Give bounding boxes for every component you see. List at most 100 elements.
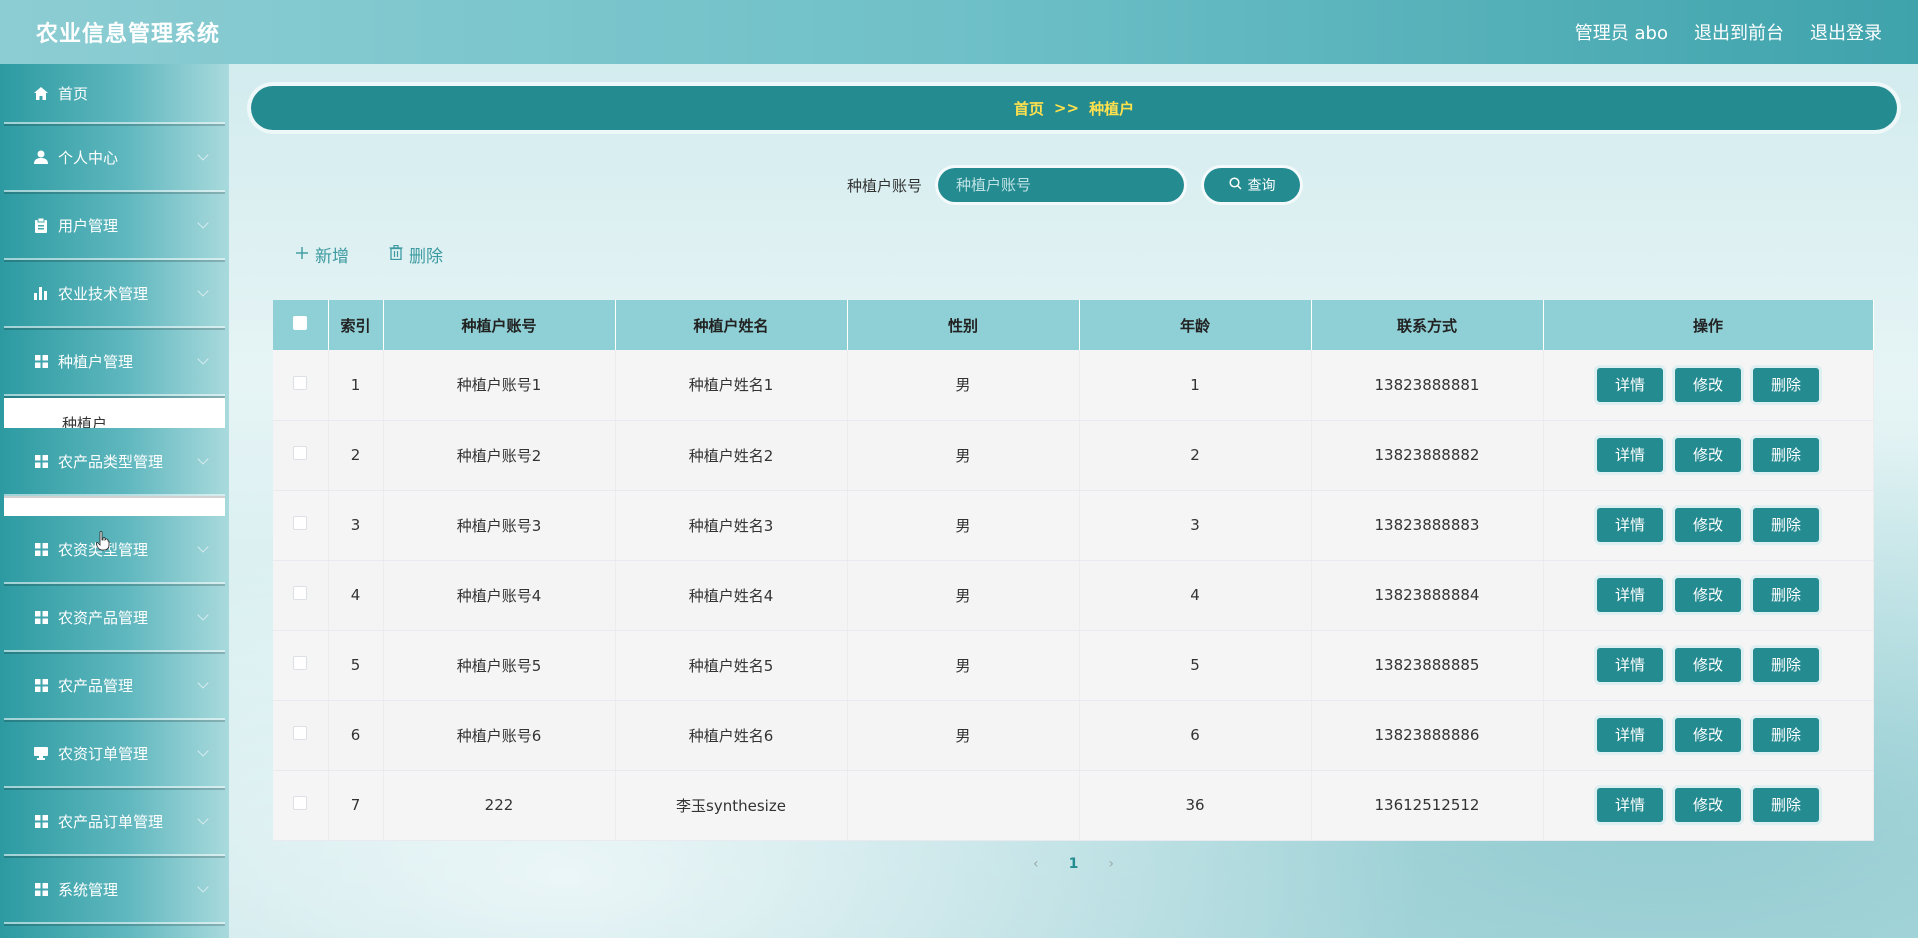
delete-button[interactable]: 删除: [1753, 367, 1819, 402]
chevron-down-icon: [197, 285, 209, 297]
cell-index: 2: [328, 420, 384, 491]
prev-page-button[interactable]: ‹: [1033, 856, 1039, 872]
sidebar-item-agri-tech[interactable]: 农业技术管理: [4, 260, 225, 328]
select-all-cell[interactable]: [273, 300, 329, 350]
row-select-cell[interactable]: [273, 490, 329, 561]
delete-button[interactable]: 删除: [1753, 788, 1819, 822]
sidebar-item-home[interactable]: 首页: [4, 64, 225, 124]
sidebar-item-personal-center[interactable]: 个人中心: [4, 124, 225, 192]
row-select-cell[interactable]: [273, 560, 329, 631]
cell-operations: 详情 修改 删除: [1543, 350, 1874, 421]
cell-index: 5: [328, 630, 384, 701]
cell-operations: 详情 修改 删除: [1543, 770, 1874, 841]
sidebar-item-supply-type[interactable]: 农资类型管理: [4, 516, 225, 584]
edit-button[interactable]: 修改: [1675, 648, 1741, 682]
table-row: 4 种植户账号4 种植户姓名4 男 4 13823888884 详情 修改 删除: [273, 560, 1874, 631]
delete-button[interactable]: 删除: [1753, 438, 1819, 472]
sidebar-item-supply-product[interactable]: 农资产品管理: [4, 584, 225, 652]
row-checkbox[interactable]: [293, 656, 308, 670]
edit-button[interactable]: 修改: [1675, 367, 1741, 402]
batch-delete-label: 删除: [409, 247, 443, 267]
cell-age: 4: [1079, 560, 1312, 631]
edit-button[interactable]: 修改: [1675, 788, 1741, 822]
logout-link[interactable]: 退出登录: [1810, 19, 1882, 45]
sidebar-item-label: 用户管理: [58, 216, 119, 235]
cell-index: 7: [328, 770, 384, 841]
edit-button[interactable]: 修改: [1675, 578, 1741, 612]
trash-icon: [389, 244, 403, 265]
row-checkbox[interactable]: [293, 796, 308, 810]
cell-age: 1: [1079, 350, 1312, 421]
monitor-icon: [32, 745, 50, 761]
breadcrumb-home[interactable]: 首页: [1014, 98, 1044, 119]
sidebar-item-product-order[interactable]: 农产品订单管理: [4, 788, 225, 856]
planter-table: 索引 种植户账号 种植户姓名 性别 年龄 联系方式 操作 1 种植户账号1 种植户姓…: [273, 300, 1874, 841]
edit-button[interactable]: 修改: [1675, 718, 1741, 752]
delete-button[interactable]: 删除: [1753, 648, 1819, 682]
row-checkbox[interactable]: [293, 516, 308, 530]
detail-button[interactable]: 详情: [1597, 718, 1663, 752]
detail-button[interactable]: 详情: [1597, 508, 1663, 542]
delete-button[interactable]: 删除: [1753, 508, 1819, 542]
sidebar-item-label: 农业技术管理: [58, 284, 149, 303]
exit-to-front-link[interactable]: 退出到前台: [1694, 19, 1784, 45]
page-number-current[interactable]: 1: [1069, 856, 1079, 872]
breadcrumb: 首页 >> 种植户: [251, 86, 1897, 130]
row-select-cell[interactable]: [273, 420, 329, 491]
cell-phone: 13823888886: [1311, 700, 1544, 771]
row-checkbox[interactable]: [293, 375, 308, 390]
edit-button[interactable]: 修改: [1675, 508, 1741, 542]
sidebar-item-supply-order[interactable]: 农资订单管理: [4, 720, 225, 788]
batch-delete-button[interactable]: 删除: [389, 242, 443, 267]
app-title: 农业信息管理系统: [36, 22, 221, 47]
select-all-checkbox[interactable]: [293, 316, 308, 330]
submenu-item-collapsed[interactable]: [4, 496, 225, 516]
add-button[interactable]: 新增: [295, 242, 349, 267]
delete-button[interactable]: 删除: [1753, 718, 1819, 752]
table-row: 3 种植户账号3 种植户姓名3 男 3 13823888883 详情 修改 删除: [273, 490, 1874, 561]
cell-account: 种植户账号6: [383, 700, 616, 771]
sidebar-item-user-management[interactable]: 用户管理: [4, 192, 225, 260]
search-button-label: 查询: [1247, 178, 1276, 194]
column-header: 联系方式: [1311, 300, 1544, 350]
table-header-row: 索引 种植户账号 种植户姓名 性别 年龄 联系方式 操作: [273, 300, 1874, 350]
grid-icon: [32, 353, 50, 369]
sidebar-item-system[interactable]: 系统管理: [4, 856, 225, 924]
action-row: 新增 删除: [295, 242, 443, 267]
row-select-cell[interactable]: [273, 630, 329, 701]
cell-age: 2: [1079, 420, 1312, 491]
detail-button[interactable]: 详情: [1597, 367, 1663, 402]
delete-button[interactable]: 删除: [1753, 578, 1819, 612]
table-row: 6 种植户账号6 种植户姓名6 男 6 13823888886 详情 修改 删除: [273, 700, 1874, 771]
detail-button[interactable]: 详情: [1597, 788, 1663, 822]
plus-icon: [295, 245, 309, 265]
row-select-cell[interactable]: [273, 700, 329, 771]
admin-user-link[interactable]: 管理员 abo: [1575, 19, 1668, 45]
detail-button[interactable]: 详情: [1597, 438, 1663, 472]
submenu-item-planter[interactable]: 种植户: [4, 398, 225, 428]
chevron-down-icon: [197, 453, 209, 465]
detail-button[interactable]: 详情: [1597, 578, 1663, 612]
chevron-down-icon: [197, 677, 209, 689]
add-button-label: 新增: [315, 247, 349, 267]
row-checkbox[interactable]: [293, 446, 308, 460]
sidebar-item-label: 农产品管理: [58, 676, 134, 695]
row-checkbox[interactable]: [293, 726, 308, 740]
row-select-cell[interactable]: [273, 350, 329, 421]
edit-button[interactable]: 修改: [1675, 438, 1741, 472]
sidebar-item-planter-management[interactable]: 种植户管理: [4, 328, 225, 396]
breadcrumb-current: 种植户: [1089, 99, 1135, 118]
row-checkbox[interactable]: [293, 586, 308, 600]
search-input[interactable]: [938, 168, 1184, 202]
sidebar-item-agri-product[interactable]: 农产品管理: [4, 652, 225, 720]
search-button[interactable]: 查询: [1204, 168, 1300, 202]
cell-gender: 男: [847, 420, 1080, 491]
sidebar-item-label: 农产品订单管理: [58, 812, 164, 831]
sidebar-item-product-type[interactable]: 农产品类型管理: [4, 428, 225, 496]
submenu-item-label: 种植户: [62, 415, 108, 428]
detail-button[interactable]: 详情: [1597, 648, 1663, 682]
row-select-cell[interactable]: [273, 770, 329, 841]
cell-account: 222: [383, 770, 616, 841]
next-page-button[interactable]: ›: [1108, 856, 1114, 872]
cell-operations: 详情 修改 删除: [1543, 420, 1874, 491]
